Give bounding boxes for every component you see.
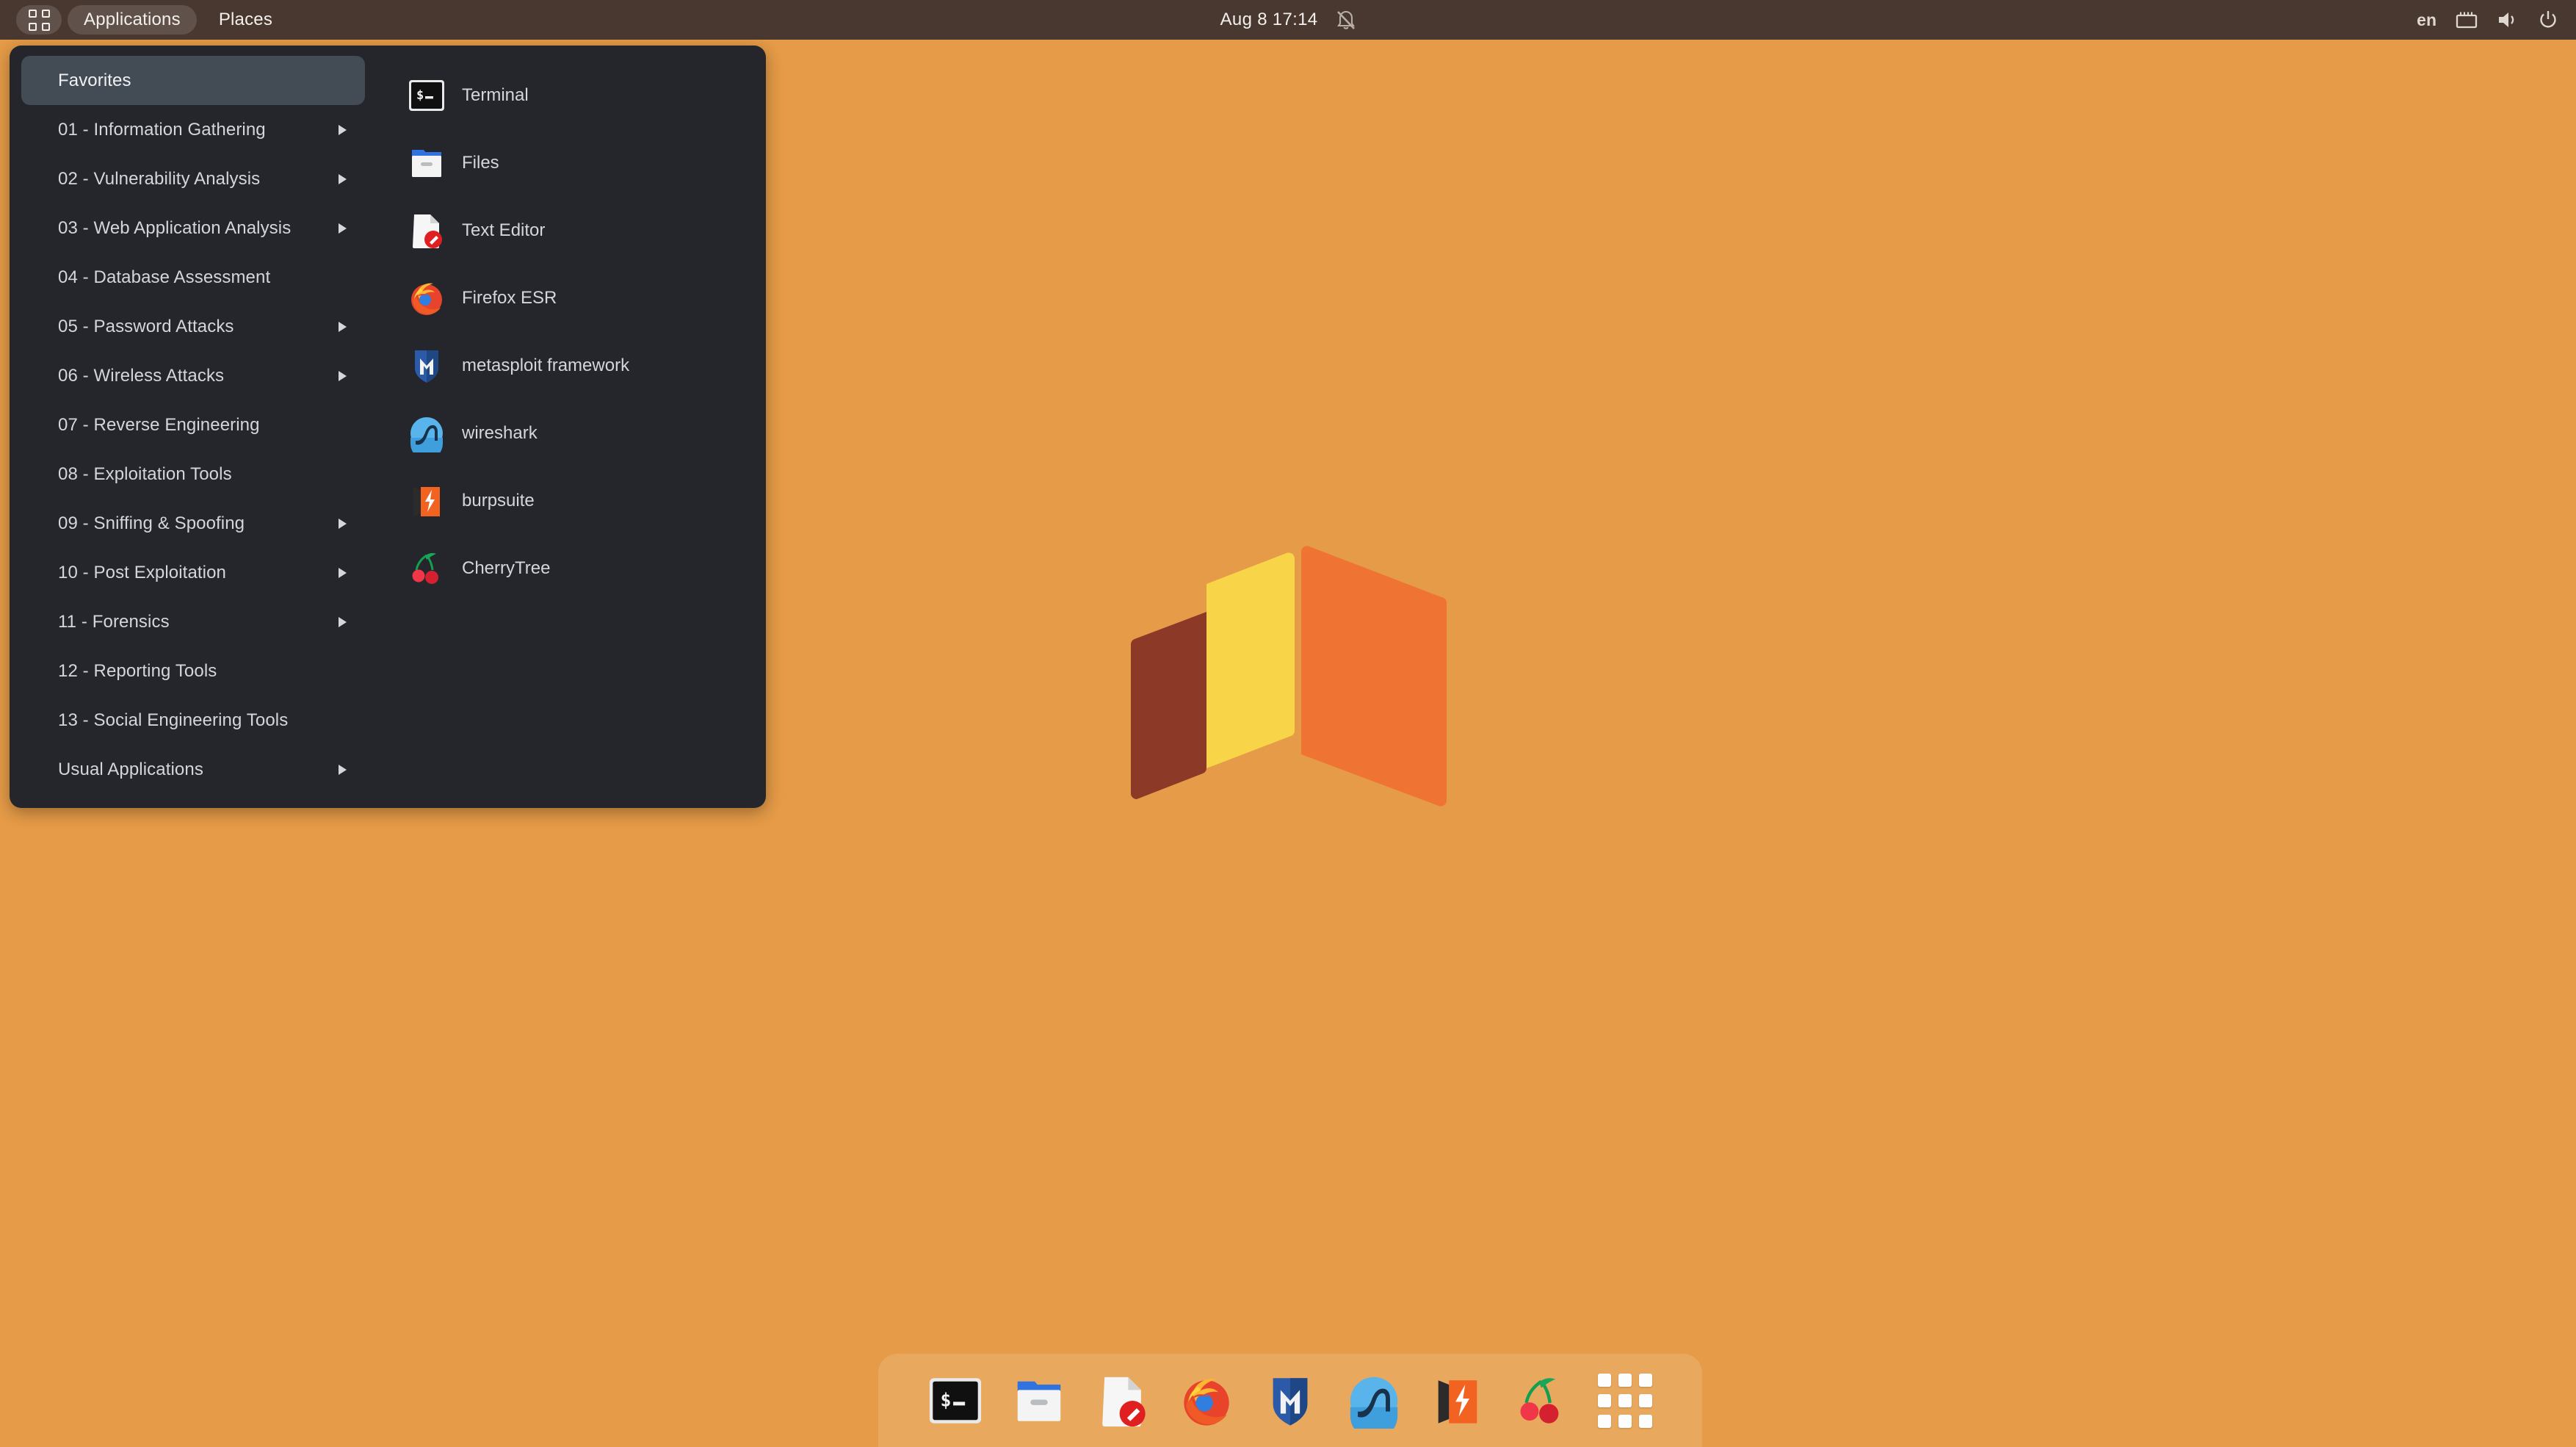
menu-category-label: 13 - Social Engineering Tools [58, 710, 289, 730]
dock-item-cherrytree[interactable] [1513, 1373, 1569, 1429]
submenu-arrow-icon [339, 616, 347, 627]
menu-application-item[interactable]: CherryTree [386, 535, 766, 602]
menu-category-item[interactable]: 02 - Vulnerability Analysis [21, 154, 365, 203]
dock-item-terminal[interactable]: $ [927, 1373, 983, 1429]
dock-item-firefox[interactable] [1179, 1373, 1234, 1429]
menu-category-item[interactable]: 10 - Post Exploitation [21, 548, 365, 597]
menu-application-label: CherryTree [462, 558, 551, 578]
menu-category-label: 12 - Reporting Tools [58, 660, 217, 681]
menu-category-item[interactable]: 07 - Reverse Engineering [21, 400, 365, 450]
firefox-icon [408, 279, 446, 317]
text-editor-icon [408, 212, 446, 250]
menu-category-item[interactable]: 06 - Wireless Attacks [21, 351, 365, 400]
svg-text:$: $ [941, 1389, 952, 1410]
submenu-arrow-icon [339, 321, 347, 332]
submenu-arrow-icon [339, 518, 347, 529]
dock-item-wireshark[interactable] [1346, 1373, 1402, 1429]
dock: $ [878, 1354, 1702, 1447]
menu-category-item[interactable]: 01 - Information Gathering [21, 105, 365, 154]
show-applications-button[interactable] [16, 5, 62, 35]
terminal-icon: $ [408, 76, 446, 115]
menu-category-label: 10 - Post Exploitation [58, 562, 226, 582]
dock-item-burpsuite[interactable] [1430, 1373, 1486, 1429]
menu-category-label: 07 - Reverse Engineering [58, 414, 260, 435]
dock-item-grid[interactable] [1597, 1373, 1653, 1429]
menu-category-label: 05 - Password Attacks [58, 316, 234, 336]
menu-application-label: Firefox ESR [462, 288, 557, 308]
dock-item-folder[interactable] [1011, 1373, 1067, 1429]
menu-category-list: Favorites 01 - Information Gathering 02 - … [10, 46, 377, 808]
menu-application-item[interactable]: Firefox ESR [386, 264, 766, 332]
applications-menu-button[interactable]: Applications [68, 5, 197, 35]
top-panel-left: Applications Places [0, 0, 289, 40]
menu-application-label: wireshark [462, 423, 538, 443]
menu-application-label: Text Editor [462, 220, 546, 240]
menu-category-item[interactable]: Usual Applications [21, 745, 365, 794]
cherrytree-icon [408, 549, 446, 588]
menu-category-item[interactable]: 09 - Sniffing & Spoofing [21, 499, 365, 548]
wallpaper-logo [1131, 546, 1447, 807]
menu-category-label: 04 - Database Assessment [58, 267, 271, 287]
menu-application-item[interactable]: wireshark [386, 400, 766, 467]
top-panel: Applications Places Aug 8 17:14 en [0, 0, 2576, 40]
menu-application-list: $ Terminal Files Text Editor Firefox ESR meta… [377, 46, 766, 808]
menu-category-item[interactable]: 08 - Exploitation Tools [21, 450, 365, 499]
submenu-arrow-icon [339, 223, 347, 234]
menu-category-item[interactable]: 11 - Forensics [21, 597, 365, 646]
menu-category-item[interactable]: 12 - Reporting Tools [21, 646, 365, 696]
menu-application-item[interactable]: Text Editor [386, 197, 766, 264]
menu-application-label: Terminal [462, 85, 529, 105]
volume-icon[interactable] [2497, 10, 2519, 29]
menu-category-label: Usual Applications [58, 759, 203, 779]
menu-application-item[interactable]: metasploit framework [386, 332, 766, 400]
clock[interactable]: Aug 8 17:14 [1220, 10, 1318, 30]
menu-category-label: 02 - Vulnerability Analysis [58, 168, 261, 189]
bell-muted-icon[interactable] [1336, 10, 1356, 30]
power-icon[interactable] [2538, 10, 2558, 30]
menu-category-label: 11 - Forensics [58, 611, 170, 632]
svg-text:$: $ [416, 88, 424, 103]
menu-category-label: Favorites [58, 70, 131, 90]
menu-category-item[interactable]: Favorites [21, 56, 365, 105]
menu-application-item[interactable]: burpsuite [386, 467, 766, 535]
wired-network-icon[interactable] [2456, 10, 2478, 29]
menu-application-label: Files [462, 153, 499, 173]
dock-item-metasploit[interactable] [1262, 1373, 1318, 1429]
menu-category-label: 01 - Information Gathering [58, 119, 266, 140]
menu-application-item[interactable]: $ Terminal [386, 62, 766, 129]
submenu-arrow-icon [339, 567, 347, 578]
menu-category-label: 06 - Wireless Attacks [58, 365, 225, 386]
submenu-arrow-icon [339, 124, 347, 135]
grid-icon [1598, 1373, 1652, 1428]
menu-category-label: 08 - Exploitation Tools [58, 463, 232, 484]
submenu-arrow-icon [339, 370, 347, 381]
wireshark-icon [408, 414, 446, 460]
submenu-arrow-icon [339, 173, 347, 184]
folder-icon [408, 144, 446, 182]
menu-category-item[interactable]: 13 - Social Engineering Tools [21, 696, 365, 745]
places-menu-button[interactable]: Places [203, 5, 289, 35]
menu-category-item[interactable]: 05 - Password Attacks [21, 302, 365, 351]
menu-category-label: 03 - Web Application Analysis [58, 217, 292, 238]
top-panel-center: Aug 8 17:14 [0, 0, 2576, 40]
menu-application-label: burpsuite [462, 491, 535, 510]
language-indicator[interactable]: en [2417, 10, 2436, 30]
menu-application-item[interactable]: Files [386, 129, 766, 197]
top-panel-right: en [2417, 0, 2558, 40]
grid-icon [28, 9, 50, 31]
menu-category-item[interactable]: 04 - Database Assessment [21, 253, 365, 302]
menu-category-label: 09 - Sniffing & Spoofing [58, 513, 245, 533]
submenu-arrow-icon [339, 764, 347, 775]
menu-application-label: metasploit framework [462, 356, 630, 375]
metasploit-icon [408, 347, 446, 385]
dock-item-text-editor[interactable] [1095, 1373, 1151, 1429]
menu-category-item[interactable]: 03 - Web Application Analysis [21, 203, 365, 253]
burpsuite-icon [408, 482, 446, 520]
applications-menu: Favorites 01 - Information Gathering 02 - … [10, 46, 766, 808]
